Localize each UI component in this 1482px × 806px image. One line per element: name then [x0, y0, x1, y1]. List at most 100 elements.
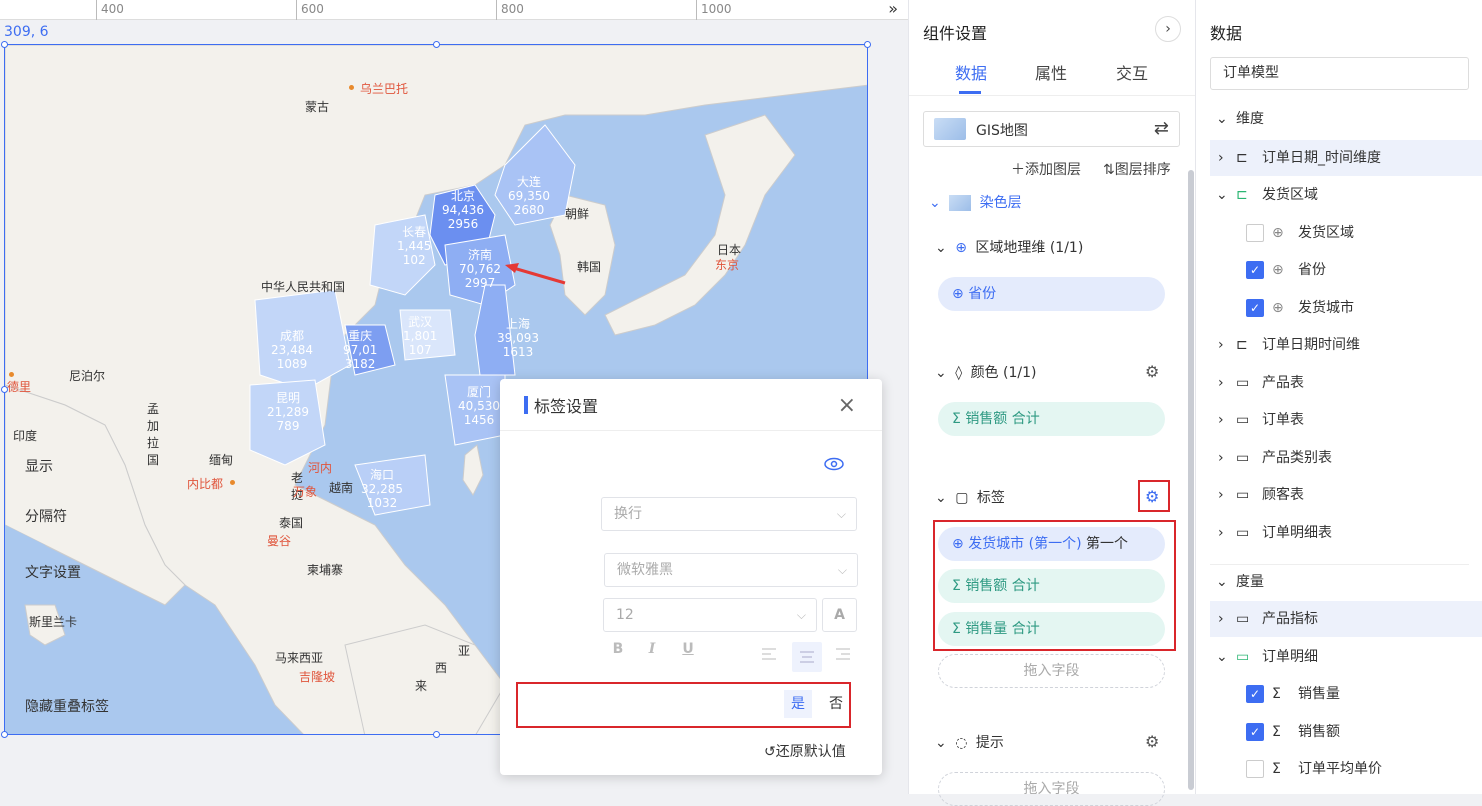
tree-item[interactable]: › ▭ 订单明细表	[1210, 515, 1482, 551]
underline-button[interactable]: U	[674, 641, 702, 657]
switch-arrows-icon[interactable]: ⇄	[1154, 118, 1169, 139]
eye-icon[interactable]	[824, 457, 844, 475]
tree-item[interactable]: › ▭ 订单表	[1210, 402, 1482, 438]
region-field-pill[interactable]: ⊕ 省份	[938, 277, 1165, 311]
chevron-down-icon: ⌄	[935, 490, 947, 506]
tree-item[interactable]: ✓ ⊕ 省份	[1210, 252, 1482, 288]
resize-handle[interactable]	[864, 41, 871, 48]
chevron-right-icon[interactable]: ›	[1155, 16, 1181, 42]
chevron-right-icon: ›	[1218, 412, 1224, 428]
checkbox[interactable]	[1246, 760, 1264, 778]
tree-item[interactable]: › ▭ 顾客表	[1210, 477, 1482, 513]
sigma-icon: Σ	[1272, 686, 1281, 702]
gear-icon[interactable]: ⚙	[1145, 732, 1159, 751]
map-label-north-korea: 朝鲜	[565, 207, 590, 221]
city-dot	[230, 480, 235, 485]
label-field-pill[interactable]: ⊕ 发货城市 (第一个) 第一个	[938, 527, 1165, 561]
gear-icon[interactable]: ⚙	[1145, 362, 1159, 381]
resize-handle[interactable]	[433, 41, 440, 48]
measure-group[interactable]: ⌄ 度量	[1210, 564, 1482, 600]
close-icon[interactable]: ×	[838, 393, 856, 418]
chevron-down-icon: ⌄	[1216, 649, 1228, 665]
chevron-right-icon: ›	[1218, 337, 1224, 353]
yes-option[interactable]: 是	[784, 690, 812, 718]
region-dim-section[interactable]: ⌄ ⊕ 区域地理维 (1/1)	[935, 237, 1083, 257]
reset-defaults-button[interactable]: ↺还原默认值	[764, 741, 846, 761]
color-section[interactable]: ⌄ ◊ 颜色 (1/1)	[935, 362, 1036, 382]
tree-item[interactable]: › ▭ 产品表	[1210, 365, 1482, 401]
no-option[interactable]: 否	[822, 690, 850, 718]
data-label: 昆明 21,289 789	[267, 391, 309, 433]
align-center-icon[interactable]	[792, 642, 822, 672]
message-icon: ◌	[955, 735, 968, 751]
tooltip-section[interactable]: ⌄ ◌ 提示	[935, 732, 1004, 752]
tree-item[interactable]: ⌄ ⊏ 发货区域	[1210, 177, 1482, 213]
data-label: 成都 23,484 1089	[271, 329, 313, 371]
color-field-agg: 合计	[1011, 411, 1040, 427]
tree-item[interactable]: › ▭ 产品类别表	[1210, 440, 1482, 476]
tree-item-label: 订单日期时间维	[1262, 337, 1360, 353]
tree-item[interactable]: Σ 订单平均单价	[1210, 751, 1482, 787]
label-field-pill[interactable]: Σ 销售额 合计	[938, 569, 1165, 603]
folder-icon: ▭	[1236, 375, 1250, 391]
checkbox[interactable]: ✓	[1246, 685, 1264, 703]
label-section[interactable]: ⌄ ▢ 标签	[935, 487, 1005, 507]
chevron-right-icon: ›	[1218, 375, 1224, 391]
tree-item[interactable]: ✓ ⊕ 发货城市	[1210, 290, 1482, 326]
tree-item[interactable]: › ⊏ 订单日期_时间维度	[1210, 140, 1482, 176]
add-layer-label: 添加图层	[1025, 162, 1081, 178]
sigma-icon: Σ	[952, 411, 961, 427]
tooltip-drop-zone[interactable]: 拖入字段	[938, 772, 1165, 806]
model-select[interactable]: 订单模型	[1210, 57, 1469, 90]
checkbox[interactable]: ✓	[1246, 261, 1264, 279]
font-color-button[interactable]: A	[822, 598, 857, 632]
label-drop-zone[interactable]: 拖入字段	[938, 654, 1165, 688]
resize-handle[interactable]	[1, 731, 8, 738]
separator-select[interactable]: 换行 ⌵	[601, 497, 857, 531]
ruler-tick: 1000	[696, 0, 732, 20]
tree-item[interactable]: ⊕ 发货区域	[1210, 215, 1482, 251]
panel-scrollbar[interactable]	[1188, 170, 1194, 790]
italic-button[interactable]: I	[638, 641, 666, 657]
sort-layers-button[interactable]: ⇅图层排序	[1103, 159, 1171, 179]
dimension-group[interactable]: ⌄ 维度	[1210, 101, 1482, 137]
tree-item[interactable]: ✓ Σ 销售量	[1210, 676, 1482, 712]
gear-icon[interactable]: ⚙	[1145, 487, 1159, 506]
tab-interaction[interactable]: 交互	[1116, 60, 1148, 84]
tree-item[interactable]: ⌄ ▭ 订单明细	[1210, 639, 1482, 675]
tab-properties[interactable]: 属性	[1035, 60, 1067, 84]
active-tab-indicator	[959, 91, 981, 94]
resize-handle[interactable]	[1, 386, 8, 393]
collapse-double-chevron-icon[interactable]: »	[888, 0, 898, 18]
align-right-icon[interactable]	[836, 648, 856, 664]
label-field-agg: 第一个	[1086, 536, 1129, 552]
globe-icon: ⊕	[1272, 225, 1284, 241]
layer-toggle[interactable]: ⌄ 染色层	[929, 192, 1022, 212]
separator-value: 换行	[614, 506, 642, 522]
checkbox[interactable]: ✓	[1246, 723, 1264, 741]
checkbox[interactable]	[1246, 224, 1264, 242]
tab-data[interactable]: 数据	[955, 60, 987, 84]
tree-item-label: 省份	[1298, 262, 1326, 278]
label-field-pill[interactable]: Σ 销售量 合计	[938, 612, 1165, 646]
chart-type-select[interactable]: GIS地图 ⇄	[923, 111, 1180, 147]
horizontal-ruler: 400 600 800 1000 »	[0, 0, 908, 20]
map-label-myanmar: 缅甸	[209, 453, 234, 467]
resize-handle[interactable]	[1, 41, 8, 48]
checkbox[interactable]: ✓	[1246, 299, 1264, 317]
font-size-select[interactable]: 12 ⌵	[603, 598, 817, 632]
chevron-down-icon: ⌄	[935, 735, 947, 751]
add-layer-button[interactable]: ＋添加图层	[1011, 159, 1081, 179]
color-field-pill[interactable]: Σ 销售额 合计	[938, 402, 1165, 436]
label-field-agg: 合计	[1011, 621, 1040, 637]
hide-overlap-label: 隐藏重叠标签	[25, 699, 109, 715]
tree-item[interactable]: ✓ Σ 销售额	[1210, 714, 1482, 750]
tree-item[interactable]: › ⊏ 订单日期时间维	[1210, 327, 1482, 363]
bold-button[interactable]: B	[604, 641, 632, 657]
chevron-down-icon: ⌄	[1216, 574, 1228, 590]
resize-handle[interactable]	[433, 731, 440, 738]
ruler-tick: 400	[96, 0, 124, 20]
tree-item[interactable]: › ▭ 产品指标	[1210, 601, 1482, 637]
font-family-select[interactable]: 微软雅黑 ⌵	[604, 553, 858, 587]
align-left-icon[interactable]	[762, 648, 782, 664]
